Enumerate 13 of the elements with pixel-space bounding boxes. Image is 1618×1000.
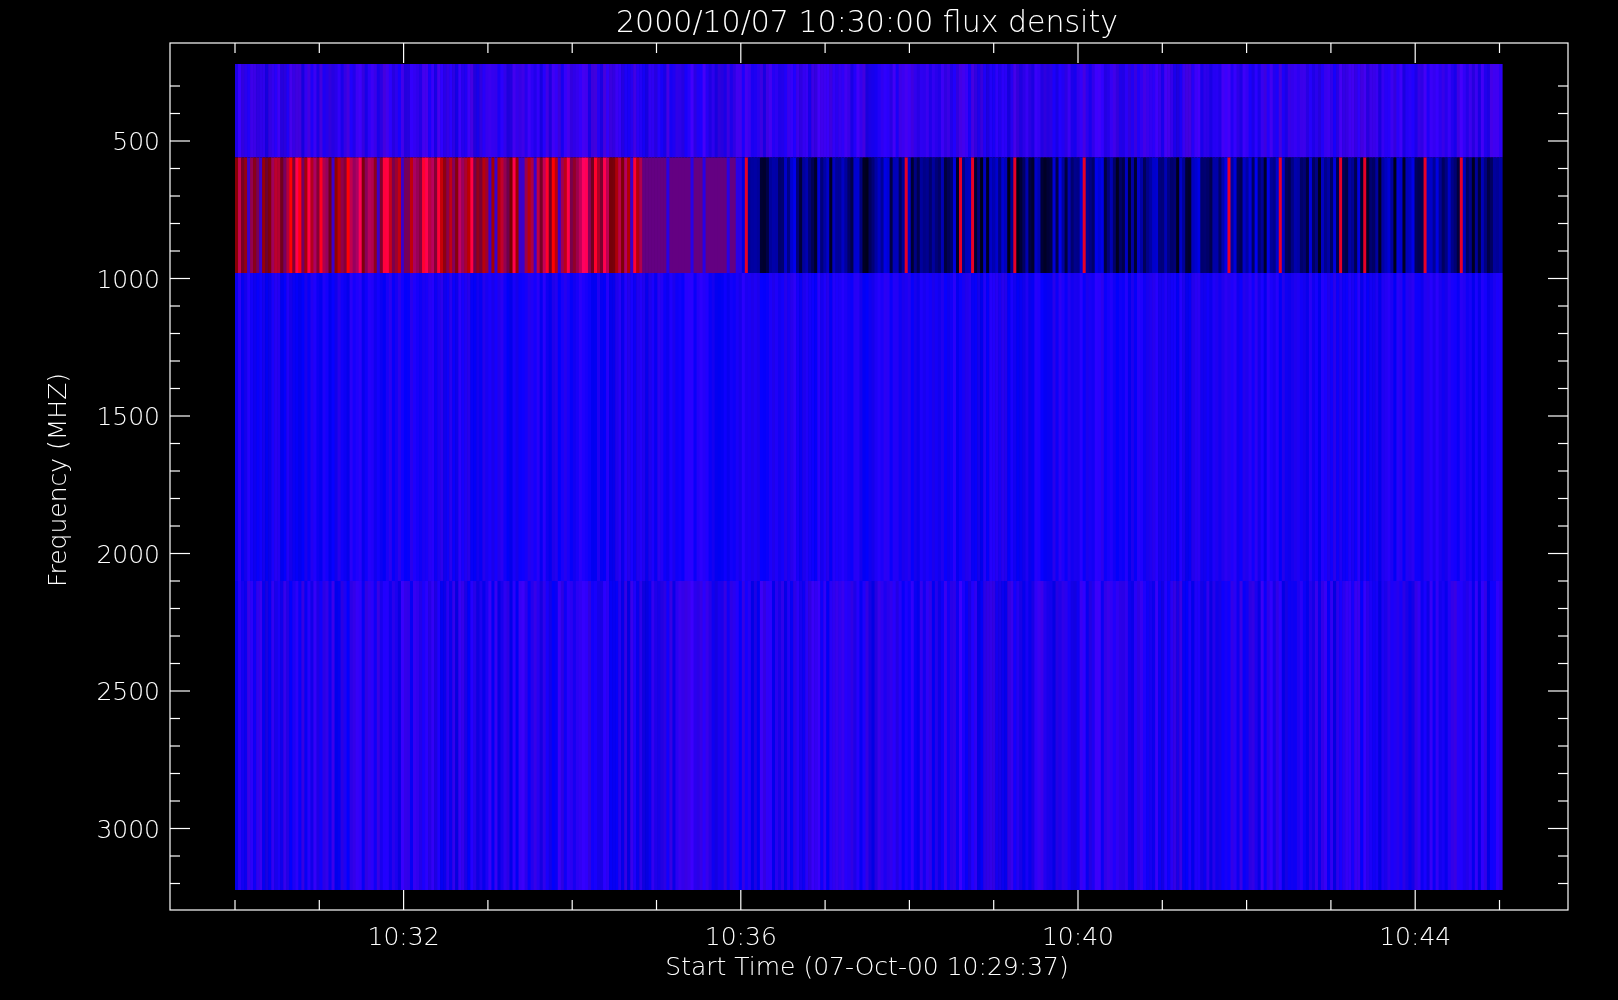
tick-label: 10:40 [1042,922,1114,951]
tick-label: 10:36 [704,922,777,951]
axis-label: Start Time (07-Oct-00 10:29:37) [665,952,1069,981]
tick-label: 10:32 [367,922,440,951]
tick-label: 1000 [96,264,160,294]
tick-label: 2500 [96,677,160,706]
tick-label: 1500 [96,402,160,431]
tick-label: 10:44 [1379,922,1452,951]
plot-title: 2000/10/07 10:30:00 flux density [616,4,1118,39]
axis-label: Frequency (MHZ) [43,372,72,588]
tick-label: 2000 [96,539,160,569]
tick-label: 3000 [96,814,160,844]
tick-label: 500 [112,127,160,156]
